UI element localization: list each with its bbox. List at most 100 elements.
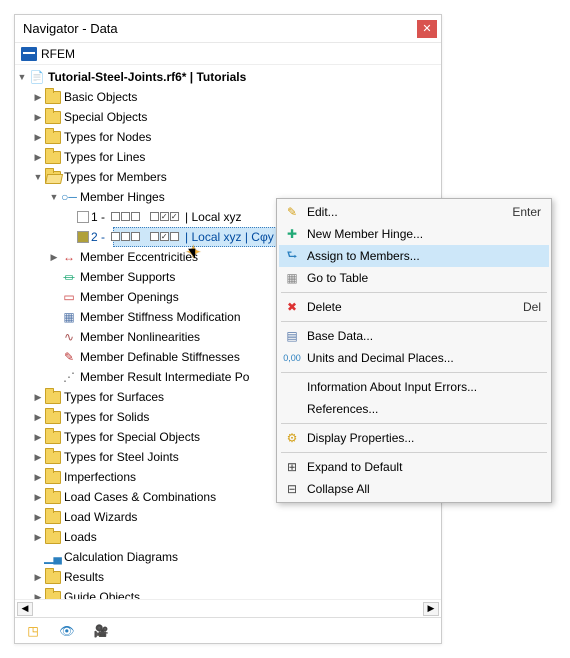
ctx-label: Display Properties... — [303, 431, 541, 445]
project-node[interactable]: ▼ 📄 Tutorial-Steel-Joints.rf6* | Tutoria… — [15, 67, 441, 87]
project-icon: 📄 — [29, 69, 45, 85]
separator — [281, 292, 547, 293]
expander-icon[interactable]: ▼ — [31, 170, 45, 184]
ctx-references[interactable]: References... — [279, 398, 549, 420]
expander-icon[interactable]: ▶ — [31, 390, 45, 404]
separator — [281, 321, 547, 322]
hinge-checkboxes — [150, 232, 179, 241]
ctx-units[interactable]: 0,00 Units and Decimal Places... — [279, 347, 549, 369]
ctx-new-member-hinge[interactable]: ✚ New Member Hinge... — [279, 223, 549, 245]
folder-icon — [45, 511, 61, 524]
expander-icon[interactable]: ▶ — [31, 590, 45, 599]
expand-icon: ⊞ — [281, 457, 303, 477]
tree-item-types-for-lines[interactable]: ▶ Types for Lines — [15, 147, 441, 167]
hinge-icon: ○─ — [61, 189, 77, 205]
expander-icon[interactable]: ▼ — [47, 190, 61, 204]
units-icon: 0,00 — [281, 348, 303, 368]
expander-icon[interactable]: ▶ — [31, 470, 45, 484]
tree-label: Load Wizards — [64, 510, 137, 524]
tree-item-loads[interactable]: ▶ Loads — [15, 527, 441, 547]
tree-item-guide-objects[interactable]: ▶ Guide Objects — [15, 587, 441, 599]
folder-open-icon — [45, 171, 61, 184]
tree-label: Member Hinges — [80, 190, 165, 204]
ctx-label: Collapse All — [303, 482, 541, 496]
collapse-icon: ⊟ — [281, 479, 303, 499]
tree-item-calc-diagrams[interactable]: ▁▄ Calculation Diagrams — [15, 547, 441, 567]
tree-label: Member Result Intermediate Po — [80, 370, 249, 384]
ctx-label: Information About Input Errors... — [303, 380, 541, 394]
tree-label: Types for Nodes — [64, 130, 151, 144]
diagram-icon: ▁▄ — [45, 549, 61, 565]
ctx-assign-to-members[interactable]: ⮑ Assign to Members... — [279, 245, 549, 267]
color-swatch — [77, 211, 89, 223]
tree-item-types-for-members[interactable]: ▼ Types for Members — [15, 167, 441, 187]
navigator-display-button[interactable]: 👁 — [55, 621, 79, 641]
expander-icon[interactable]: ▶ — [31, 150, 45, 164]
tree-label: Load Cases & Combinations — [64, 490, 216, 504]
ctx-label: Assign to Members... — [303, 249, 541, 263]
navigator-data-button[interactable]: ◳ — [21, 621, 45, 641]
tree-item-results[interactable]: ▶ Results — [15, 567, 441, 587]
ctx-label: Go to Table — [303, 271, 541, 285]
ctx-go-to-table[interactable]: ▦ Go to Table — [279, 267, 549, 289]
expander-icon[interactable]: ▶ — [31, 570, 45, 584]
navigator-views-button[interactable]: 🎥 — [89, 621, 113, 641]
close-button[interactable]: ✕ — [417, 20, 437, 38]
ctx-label: Expand to Default — [303, 460, 541, 474]
tree-item-basic-objects[interactable]: ▶ Basic Objects — [15, 87, 441, 107]
project-label: Tutorial-Steel-Joints.rf6* | Tutorials — [48, 70, 246, 84]
display-props-icon: ⚙ — [281, 428, 303, 448]
context-menu: ✎ Edit... Enter ✚ New Member Hinge... ⮑ … — [276, 198, 552, 503]
separator — [281, 423, 547, 424]
ctx-label: New Member Hinge... — [303, 227, 541, 241]
scroll-right-button[interactable]: ▶ — [423, 602, 439, 616]
tree-label: Results — [64, 570, 104, 584]
folder-icon — [45, 131, 61, 144]
tree-label: Calculation Diagrams — [64, 550, 178, 564]
tree-label: 1 - | Local xyz — [91, 210, 242, 224]
expander-icon[interactable]: ▶ — [31, 510, 45, 524]
ctx-expand-default[interactable]: ⊞ Expand to Default — [279, 456, 549, 478]
ctx-edit[interactable]: ✎ Edit... Enter — [279, 201, 549, 223]
tree-label: Types for Special Objects — [64, 430, 200, 444]
new-icon: ✚ — [281, 224, 303, 244]
ctx-label: Base Data... — [303, 329, 541, 343]
ctx-shortcut: Del — [523, 300, 541, 314]
expander-icon[interactable]: ▶ — [31, 450, 45, 464]
ctx-collapse-all[interactable]: ⊟ Collapse All — [279, 478, 549, 500]
horizontal-scrollbar[interactable]: ◀ ▶ — [15, 599, 441, 617]
tree-item-special-objects[interactable]: ▶ Special Objects — [15, 107, 441, 127]
scroll-left-button[interactable]: ◀ — [17, 602, 33, 616]
tree-label: Basic Objects — [64, 90, 137, 104]
hinge-checkboxes — [150, 212, 179, 221]
folder-icon — [45, 571, 61, 584]
tree-item-types-for-nodes[interactable]: ▶ Types for Nodes — [15, 127, 441, 147]
ctx-label: Edit... — [303, 205, 512, 219]
folder-icon — [45, 431, 61, 444]
separator — [281, 372, 547, 373]
expander-icon[interactable]: ▼ — [15, 70, 29, 84]
expander-icon[interactable]: ▶ — [31, 110, 45, 124]
folder-icon — [45, 411, 61, 424]
ctx-base-data[interactable]: ▤ Base Data... — [279, 325, 549, 347]
expander-icon[interactable]: ▶ — [31, 490, 45, 504]
tree-label: Types for Members — [64, 170, 167, 184]
expander-icon[interactable]: ▶ — [31, 430, 45, 444]
expander-icon[interactable]: ▶ — [31, 130, 45, 144]
ctx-delete[interactable]: ✖ Delete Del — [279, 296, 549, 318]
support-icon: ⏛ — [61, 269, 77, 285]
tree-item-load-wizards[interactable]: ▶ Load Wizards — [15, 507, 441, 527]
tree-label: Guide Objects — [64, 590, 140, 599]
expander-icon[interactable]: ▶ — [31, 410, 45, 424]
folder-icon — [45, 451, 61, 464]
expander-icon[interactable]: ▶ — [47, 250, 61, 264]
expander-icon[interactable]: ▶ — [31, 90, 45, 104]
ctx-shortcut: Enter — [512, 205, 541, 219]
stiffness-icon: ▦ — [61, 309, 77, 325]
ctx-info-errors[interactable]: Information About Input Errors... — [279, 376, 549, 398]
tree-label: Imperfections — [64, 470, 136, 484]
delete-icon: ✖ — [281, 297, 303, 317]
expander-icon[interactable]: ▶ — [31, 530, 45, 544]
tree-label: Types for Lines — [64, 150, 145, 164]
ctx-display-properties[interactable]: ⚙ Display Properties... — [279, 427, 549, 449]
